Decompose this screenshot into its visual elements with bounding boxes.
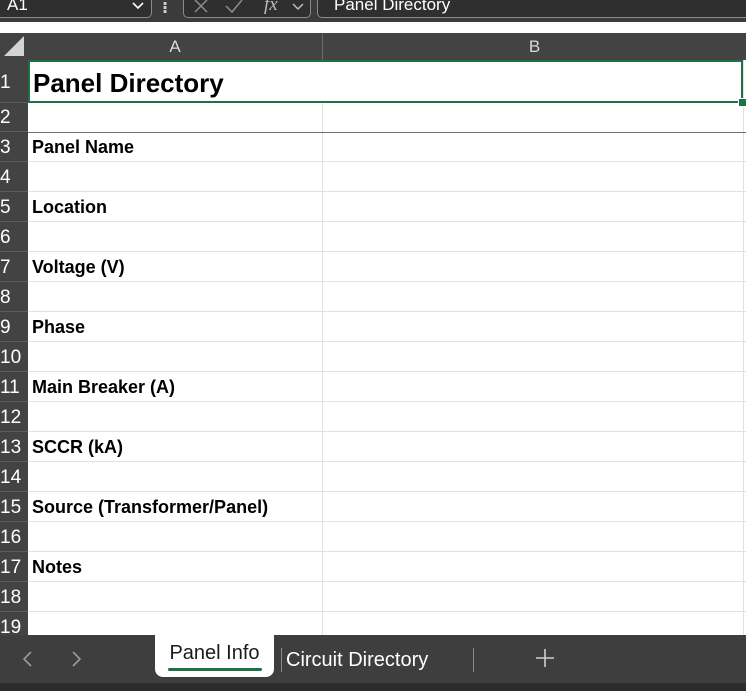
row-header[interactable]: 2: [0, 103, 28, 132]
gridline: [28, 221, 746, 222]
header-divider: [28, 132, 746, 133]
row-header[interactable]: 12: [0, 402, 28, 432]
gridline: [28, 401, 746, 402]
cell-a1-selected[interactable]: Panel Directory: [28, 60, 743, 103]
row-header[interactable]: 16: [0, 522, 28, 552]
formula-actions: fx: [183, 0, 311, 18]
column-header-b[interactable]: B: [323, 33, 746, 60]
formula-text: Panel Directory: [334, 0, 451, 14]
row-header[interactable]: 9: [0, 312, 28, 342]
cell-a5[interactable]: Location: [32, 197, 107, 218]
column-headers: A B: [0, 33, 746, 60]
gridline: [28, 281, 746, 282]
row-header[interactable]: 14: [0, 462, 28, 492]
active-tab-indicator: [168, 668, 262, 671]
gridline: [28, 461, 746, 462]
tab-divider: [281, 648, 282, 672]
select-all-button[interactable]: [0, 33, 28, 60]
column-header-a[interactable]: A: [28, 33, 323, 60]
name-box[interactable]: A1: [0, 0, 152, 18]
gridline: [743, 60, 744, 635]
row-header[interactable]: 3: [0, 132, 28, 162]
row-header[interactable]: 10: [0, 342, 28, 372]
gridline: [28, 491, 746, 492]
gridline: [28, 431, 746, 432]
row-header[interactable]: 7: [0, 252, 28, 282]
cell-a13[interactable]: SCCR (kA): [32, 437, 123, 458]
enter-check-icon[interactable]: [224, 0, 244, 15]
worksheet-grid[interactable]: Panel Directory Panel Name Location Volt…: [28, 60, 746, 635]
cell-a17[interactable]: Notes: [32, 557, 82, 578]
cell-a7[interactable]: Voltage (V): [32, 257, 125, 278]
chevron-left-icon[interactable]: [16, 647, 40, 671]
gridline: [28, 371, 746, 372]
row-header[interactable]: 11: [0, 372, 28, 402]
gridline: [28, 521, 746, 522]
tab-panel-info[interactable]: Panel Info: [155, 633, 274, 677]
cell-a9[interactable]: Phase: [32, 317, 85, 338]
gridline: [28, 161, 746, 162]
gridline: [28, 251, 746, 252]
tab-circuit-directory[interactable]: Circuit Directory: [286, 649, 428, 672]
row-header[interactable]: 15: [0, 492, 28, 522]
gridline: [28, 581, 746, 582]
cancel-icon[interactable]: [192, 0, 210, 15]
tab-divider: [473, 648, 474, 672]
chevron-right-icon[interactable]: [64, 647, 88, 671]
cell-a3[interactable]: Panel Name: [32, 137, 134, 158]
row-header[interactable]: 18: [0, 582, 28, 612]
cell-a15[interactable]: Source (Transformer/Panel): [32, 497, 268, 518]
insert-function-icon[interactable]: fx: [264, 0, 278, 16]
gridline: [28, 611, 746, 612]
row-header[interactable]: 4: [0, 162, 28, 192]
row-header[interactable]: 1: [0, 60, 28, 103]
gridline: [28, 341, 746, 342]
row-header[interactable]: 8: [0, 282, 28, 312]
gridline: [28, 551, 746, 552]
sheet-tabs-bar: Panel Info Circuit Directory: [0, 633, 746, 683]
chevron-down-icon[interactable]: [131, 0, 145, 12]
row-header[interactable]: 17: [0, 552, 28, 582]
status-bar: [0, 683, 746, 691]
gridline: [28, 311, 746, 312]
row-header[interactable]: 13: [0, 432, 28, 462]
row-headers: 1 2 3 4 5 6 7 8 9 10 11 12 13 14 15 16 1…: [0, 60, 28, 638]
formula-bar-resize-dots[interactable]: ⁝: [162, 0, 168, 18]
sheet-title: Panel Directory: [33, 68, 224, 98]
name-box-value: A1: [7, 0, 28, 14]
row-header[interactable]: 19: [0, 612, 28, 638]
add-sheet-icon[interactable]: [534, 647, 556, 669]
formula-bar: A1 ⁝ fx Panel Directory: [0, 0, 746, 22]
tab-label: Panel Info: [169, 642, 260, 664]
fill-handle[interactable]: [738, 98, 746, 107]
gridline: [322, 60, 323, 635]
formula-input[interactable]: Panel Directory: [317, 0, 746, 18]
chevron-down-icon[interactable]: [291, 0, 305, 13]
row-header[interactable]: 5: [0, 192, 28, 222]
row-header[interactable]: 6: [0, 222, 28, 252]
cell-a11[interactable]: Main Breaker (A): [32, 377, 175, 398]
gridline: [28, 191, 746, 192]
